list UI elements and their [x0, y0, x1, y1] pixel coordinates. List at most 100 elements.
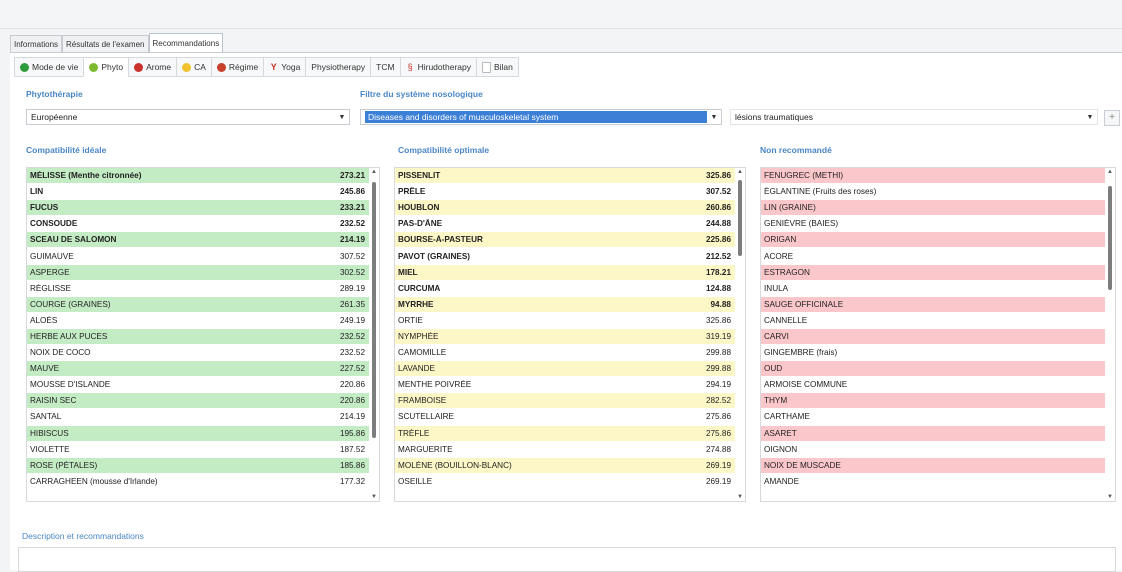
scroll-down-icon[interactable]: ▼	[735, 494, 745, 500]
scroll-down-icon[interactable]: ▼	[1105, 494, 1115, 500]
list-item[interactable]: GINGEMBRE (frais)	[761, 345, 1105, 362]
scroll-up-icon[interactable]: ▲	[1105, 169, 1115, 175]
list-item[interactable]: THYM	[761, 393, 1105, 410]
phyto-select[interactable]: Européenne ▼	[26, 109, 350, 125]
list-item[interactable]: PISSENLIT 325.86	[395, 168, 735, 185]
list-item[interactable]: SAUGE OFFICINALE	[761, 296, 1105, 313]
description-textbox[interactable]	[18, 547, 1116, 572]
tab-informations[interactable]: Informations	[10, 35, 63, 52]
tab-yoga[interactable]: Y Yoga	[263, 57, 306, 77]
tab-mode-de-vie[interactable]: Mode de vie	[14, 57, 84, 77]
list-item[interactable]: AMANDE	[761, 473, 1105, 490]
tab-hirudotherapy[interactable]: § Hirudotherapy	[399, 57, 476, 77]
list-item[interactable]: CAMOMILLE 299.88	[395, 345, 735, 362]
lesion-select[interactable]: lésions traumatiques ▼	[730, 109, 1098, 125]
tab-arome[interactable]: Arome	[128, 57, 177, 77]
list-item[interactable]: PAS-D'ÂNE 244.88	[395, 216, 735, 233]
list-item[interactable]: ESTRAGON	[761, 264, 1105, 281]
item-name: PISSENLIT	[398, 171, 441, 181]
list-item[interactable]: CARVI	[761, 328, 1105, 346]
list-item[interactable]: BOURSE-À-PASTEUR 225.86	[395, 232, 735, 249]
list-item[interactable]: LIN 245.86	[27, 184, 369, 201]
list-item[interactable]: HOUBLON 260.86	[395, 200, 735, 217]
list-item[interactable]: PRÊLE 307.52	[395, 184, 735, 201]
list-item[interactable]: FUCUS 233.21	[27, 200, 369, 217]
nosology-filter-select[interactable]: Diseases and disorders of musculoskeleta…	[360, 109, 722, 125]
list-item[interactable]: FENUGREC (METHI)	[761, 168, 1105, 185]
item-name: ALOÈS	[30, 315, 58, 325]
tab-bilan[interactable]: Bilan	[475, 57, 519, 77]
scroll-up-icon[interactable]: ▲	[369, 169, 379, 175]
list-item[interactable]: ARMOISE COMMUNE	[761, 377, 1105, 394]
list-item[interactable]: CONSOUDE 232.52	[27, 216, 369, 233]
item-name: GINGEMBRE (frais)	[764, 348, 838, 358]
list-item[interactable]: LIN (GRAINE)	[761, 200, 1105, 217]
list-item[interactable]: ÉGLANTINE (Fruits des roses)	[761, 184, 1105, 201]
list-item[interactable]: OIGNON	[761, 441, 1105, 458]
scroll-down-icon[interactable]: ▼	[369, 494, 379, 500]
list-item[interactable]: ORTIE 325.86	[395, 312, 735, 329]
list-item[interactable]: CANNELLE	[761, 312, 1105, 329]
scrollbar[interactable]: ▲ ▼	[735, 168, 745, 501]
item-score: 274.88	[705, 444, 731, 454]
tab-tcm[interactable]: TCM	[370, 57, 400, 77]
tab-ca[interactable]: CA	[176, 57, 211, 77]
add-button[interactable]: +	[1104, 110, 1120, 126]
list-item[interactable]: MARGUERITE 274.88	[395, 441, 735, 458]
list-item[interactable]: CARTHAME	[761, 409, 1105, 426]
item-name: TRÈFLE	[398, 428, 430, 438]
list-item[interactable]: OUD	[761, 361, 1105, 378]
list-item[interactable]: OSEILLE 269.19	[395, 473, 735, 490]
list-item[interactable]: ASARET	[761, 425, 1105, 442]
list-item[interactable]: HERBE AUX PUCES 232.52	[27, 328, 369, 346]
scroll-up-icon[interactable]: ▲	[735, 169, 745, 175]
tab-phyto[interactable]: Phyto	[83, 57, 129, 77]
list-item[interactable]: MYRRHE 94.88	[395, 296, 735, 313]
description-label: Description et recommandations	[22, 531, 144, 541]
ideal-compatibility-list[interactable]: MÉLISSE (Menthe citronnée) 273.21 LIN 245.8…	[26, 167, 380, 502]
list-item[interactable]: MÉLISSE (Menthe citronnée) 273.21	[27, 168, 369, 185]
tab-resultats-examen[interactable]: Résultats de l'examen	[62, 35, 149, 52]
list-item[interactable]: NOIX DE COCO 232.52	[27, 345, 369, 362]
list-item[interactable]: MENTHE POIVRÉE 294.19	[395, 377, 735, 394]
scrollbar[interactable]: ▲ ▼	[369, 168, 379, 501]
list-item[interactable]: ALOÈS 249.19	[27, 312, 369, 329]
list-item[interactable]: FRAMBOISE 282.52	[395, 393, 735, 410]
list-item[interactable]: PAVOT (GRAINES) 212.52	[395, 248, 735, 265]
list-item[interactable]: ROSE (PÉTALES) 185.86	[27, 457, 369, 474]
list-item[interactable]: LAVANDE 299.88	[395, 361, 735, 378]
list-item[interactable]: NYMPHÉE 319.19	[395, 328, 735, 346]
optimal-compatibility-list[interactable]: PISSENLIT 325.86 PRÊLE 307.52 HOUBLON 260.86 P…	[394, 167, 746, 502]
not-recommended-list[interactable]: FENUGREC (METHI) ÉGLANTINE (Fruits des ro…	[760, 167, 1116, 502]
list-item[interactable]: ORIGAN	[761, 232, 1105, 249]
list-item[interactable]: GUIMAUVE 307.52	[27, 248, 369, 265]
list-item[interactable]: SANTAL 214.19	[27, 409, 369, 426]
list-item[interactable]: NOIX DE MUSCADE	[761, 457, 1105, 474]
list-item[interactable]: HIBISCUS 195.86	[27, 425, 369, 442]
list-item[interactable]: ACORE	[761, 248, 1105, 265]
list-item[interactable]: MIEL 178.21	[395, 264, 735, 281]
tab-physiotherapy[interactable]: Physiotherapy	[305, 57, 371, 77]
list-item[interactable]: SCEAU DE SALOMON 214.19	[27, 232, 369, 249]
list-item[interactable]: RÉGLISSE 289.19	[27, 280, 369, 297]
list-item[interactable]: INULA	[761, 280, 1105, 297]
list-item[interactable]: VIOLETTE 187.52	[27, 441, 369, 458]
list-item[interactable]: RAISIN SEC 220.86	[27, 393, 369, 410]
tab-r-gime[interactable]: Régime	[210, 57, 264, 77]
list-item[interactable]: MOLÈNE (BOUILLON-BLANC) 269.19	[395, 457, 735, 474]
tab-recommandations[interactable]: Recommandations	[148, 33, 224, 52]
list-item[interactable]: MAUVE 227.52	[27, 361, 369, 378]
scrollbar-thumb[interactable]	[372, 182, 376, 438]
scrollbar-thumb[interactable]	[738, 180, 742, 256]
list-item[interactable]: MOUSSE D'ISLANDE 220.86	[27, 377, 369, 394]
list-item[interactable]: ASPERGE 302.52	[27, 264, 369, 281]
scrollbar-thumb[interactable]	[1108, 186, 1112, 290]
list-item[interactable]: SCUTELLAIRE 275.86	[395, 409, 735, 426]
list-item[interactable]: CARRAGHEEN (mousse d'Irlande) 177.32	[27, 473, 369, 490]
list-item[interactable]: GENIÈVRE (BAIES)	[761, 216, 1105, 233]
item-name: PAS-D'ÂNE	[398, 219, 443, 229]
list-item[interactable]: TRÈFLE 275.86	[395, 425, 735, 442]
list-item[interactable]: CURCUMA 124.88	[395, 280, 735, 297]
scrollbar[interactable]: ▲ ▼	[1105, 168, 1115, 501]
list-item[interactable]: COURGE (GRAINES) 261.35	[27, 296, 369, 313]
